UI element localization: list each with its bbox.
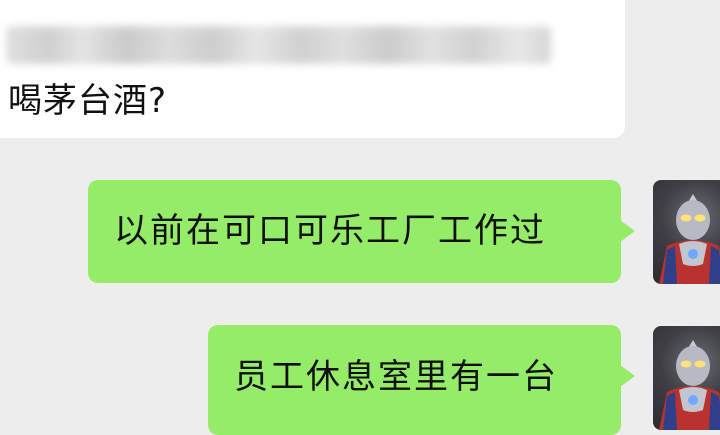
user-avatar[interactable] xyxy=(653,326,720,430)
user-avatar[interactable] xyxy=(653,180,720,284)
chat-view: 喝茅台酒? 以前在可口可乐工厂工作过 员工休息室里有一台 xyxy=(0,0,720,435)
outgoing-message-bubble[interactable]: 员工休息室里有一台 xyxy=(208,325,635,435)
incoming-message-text: 喝茅台酒? xyxy=(8,81,168,121)
ultraman-avatar-icon xyxy=(659,340,720,430)
redacted-text xyxy=(6,26,551,64)
outgoing-message-text: 员工休息室里有一台 xyxy=(234,357,558,397)
incoming-message-bubble[interactable]: 喝茅台酒? xyxy=(0,0,625,138)
ultraman-avatar-icon xyxy=(659,194,720,284)
outgoing-message-text: 以前在可口可乐工厂工作过 xyxy=(114,211,546,251)
outgoing-message-bubble[interactable]: 以前在可口可乐工厂工作过 xyxy=(88,180,635,283)
